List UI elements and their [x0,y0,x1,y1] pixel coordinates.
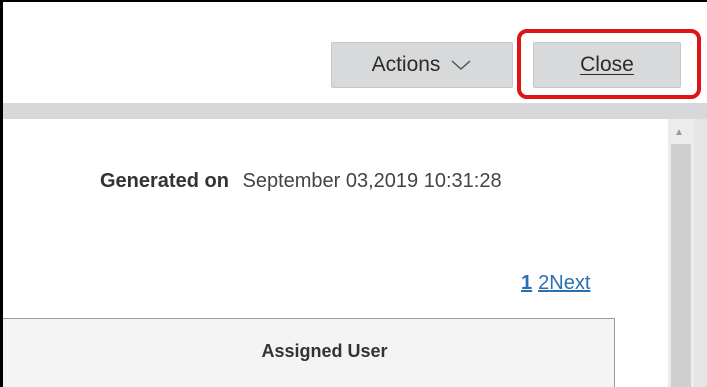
column-header-assigned-user[interactable]: Assigned User [3,341,614,362]
scrollbar-area: ▲ [668,119,707,387]
pagination: 1 2Next [521,272,590,295]
scrollbar-thumb[interactable] [671,144,691,387]
chevron-down-icon [450,53,472,77]
generated-on: Generated on September 03,2019 10:31:28 [100,170,502,193]
page-2-link[interactable]: 2 [538,272,549,294]
generated-on-value: September 03,2019 10:31:28 [242,170,502,192]
panel-separator [3,103,707,119]
scroll-up-arrow-icon[interactable]: ▲ [674,127,684,138]
vertical-scrollbar[interactable]: ▲ [668,119,694,387]
generated-on-label: Generated on [100,170,229,192]
close-button-label: Close [580,53,634,76]
page-1-link[interactable]: 1 [521,272,532,294]
report-window: Actions Close Generated on September 03,… [0,0,707,387]
toolbar: Actions Close [3,2,707,102]
close-button[interactable]: Close [533,42,681,88]
table-header: Assigned User [3,318,615,387]
actions-button-label: Actions [371,53,441,76]
next-page-link[interactable]: Next [549,272,590,294]
actions-button[interactable]: Actions [331,42,513,88]
